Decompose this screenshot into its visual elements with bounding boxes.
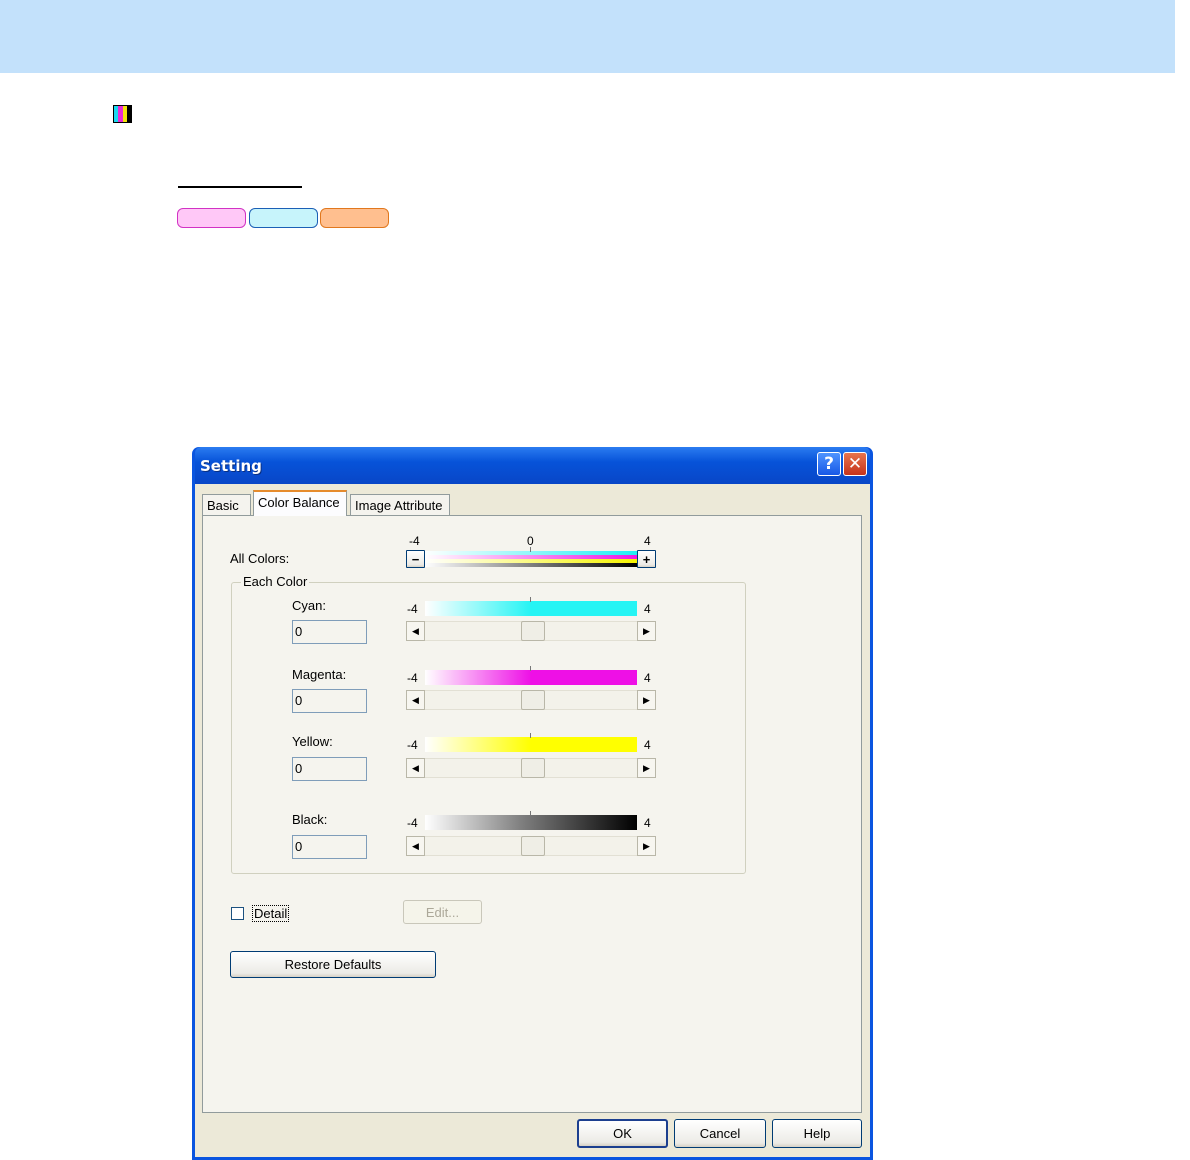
cyan-pill-button[interactable] <box>249 208 318 228</box>
magenta-center-tick <box>530 666 531 671</box>
magenta-slider[interactable]: ◀ ▶ <box>406 690 656 710</box>
detail-label[interactable]: Detail <box>252 905 290 922</box>
all-colors-decrease-button[interactable]: − <box>406 550 425 568</box>
section-underline <box>178 186 302 188</box>
cyan-value-field[interactable]: 0 <box>292 620 367 644</box>
all-colors-max-label: 4 <box>644 534 651 548</box>
dialog-titlebar[interactable]: Setting ? ✕ <box>195 447 870 484</box>
help-button[interactable]: Help <box>772 1119 862 1148</box>
yellow-label: Yellow: <box>292 734 333 749</box>
yellow-value-field[interactable]: 0 <box>292 757 367 781</box>
ok-button[interactable]: OK <box>577 1119 668 1148</box>
dialog-client: Basic Color Balance Image Attribute All … <box>195 484 870 1157</box>
black-center-tick <box>530 811 531 816</box>
all-colors-center-tick <box>530 547 531 552</box>
tab-image-attribute[interactable]: Image Attribute <box>350 494 450 515</box>
black-slider-left-arrow-icon[interactable]: ◀ <box>406 836 425 856</box>
black-color-bar <box>425 815 637 830</box>
black-slider[interactable]: ◀ ▶ <box>406 836 656 856</box>
detail-checkbox[interactable] <box>231 907 244 920</box>
cmyk-bars-icon <box>113 105 132 123</box>
yellow-slider[interactable]: ◀ ▶ <box>406 758 656 778</box>
header-band <box>0 0 1175 73</box>
close-title-button[interactable]: ✕ <box>843 452 867 476</box>
yellow-min-label: -4 <box>407 738 418 752</box>
all-colors-label: All Colors: <box>230 551 290 566</box>
yellow-color-bar <box>425 737 637 752</box>
all-colors-min-label: -4 <box>409 534 420 548</box>
tab-basic[interactable]: Basic <box>202 494 251 515</box>
yellow-slider-left-arrow-icon[interactable]: ◀ <box>406 758 425 778</box>
yellow-center-tick <box>530 733 531 738</box>
magenta-max-label: 4 <box>644 671 651 685</box>
cyan-slider[interactable]: ◀ ▶ <box>406 621 656 641</box>
cyan-center-tick <box>530 597 531 602</box>
black-value-field[interactable]: 0 <box>292 835 367 859</box>
magenta-slider-right-arrow-icon[interactable]: ▶ <box>637 690 656 710</box>
magenta-slider-left-arrow-icon[interactable]: ◀ <box>406 690 425 710</box>
magenta-slider-thumb[interactable] <box>521 690 545 710</box>
all-colors-mid-label: 0 <box>527 534 534 548</box>
yellow-slider-thumb[interactable] <box>521 758 545 778</box>
cyan-slider-right-arrow-icon[interactable]: ▶ <box>637 621 656 641</box>
dialog-title: Setting <box>200 457 262 475</box>
each-color-group-label: Each Color <box>241 574 310 589</box>
cyan-slider-left-arrow-icon[interactable]: ◀ <box>406 621 425 641</box>
restore-defaults-button[interactable]: Restore Defaults <box>230 951 436 978</box>
pink-pill-button[interactable] <box>177 208 246 228</box>
cyan-max-label: 4 <box>644 602 651 616</box>
black-min-label: -4 <box>407 816 418 830</box>
orange-pill-button[interactable] <box>320 208 389 228</box>
yellow-slider-right-arrow-icon[interactable]: ▶ <box>637 758 656 778</box>
black-slider-right-arrow-icon[interactable]: ▶ <box>637 836 656 856</box>
cyan-min-label: -4 <box>407 602 418 616</box>
tab-panel: All Colors: -4 0 4 − + Each Color Cyan: … <box>202 515 862 1113</box>
magenta-color-bar <box>425 670 637 685</box>
cyan-label: Cyan: <box>292 598 326 613</box>
black-label: Black: <box>292 812 328 827</box>
black-max-label: 4 <box>644 816 651 830</box>
cyan-color-bar <box>425 601 637 616</box>
tab-color-balance[interactable]: Color Balance <box>253 490 347 516</box>
all-colors-bar <box>425 551 637 568</box>
setting-dialog: Setting ? ✕ Basic Color Balance Image At… <box>192 447 873 1160</box>
black-slider-thumb[interactable] <box>521 836 545 856</box>
magenta-min-label: -4 <box>407 671 418 685</box>
help-title-button[interactable]: ? <box>817 452 841 476</box>
cyan-slider-thumb[interactable] <box>521 621 545 641</box>
cancel-button[interactable]: Cancel <box>674 1119 766 1148</box>
question-icon: ? <box>824 454 834 474</box>
all-colors-increase-button[interactable]: + <box>637 550 656 568</box>
magenta-label: Magenta: <box>292 667 347 682</box>
edit-button[interactable]: Edit... <box>403 900 482 924</box>
close-x-icon: ✕ <box>847 454 863 474</box>
magenta-value-field[interactable]: 0 <box>292 689 367 713</box>
yellow-max-label: 4 <box>644 738 651 752</box>
